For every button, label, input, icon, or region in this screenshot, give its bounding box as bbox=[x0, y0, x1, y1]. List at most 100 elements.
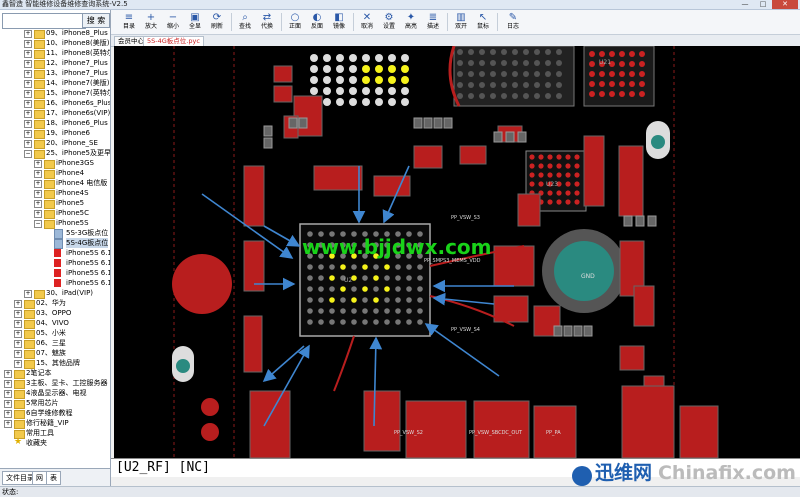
expand-toggle-icon[interactable]: + bbox=[34, 190, 42, 198]
expand-toggle-icon[interactable]: + bbox=[14, 340, 22, 348]
tree-item[interactable]: +12、iPhone7_Plus bbox=[0, 58, 110, 69]
minimize-button[interactable]: — bbox=[736, 0, 754, 9]
tree-item[interactable]: +11、iPhone8(英特尔) bbox=[0, 48, 110, 59]
tree-item[interactable]: iPhone5S 6.1 bbox=[0, 248, 110, 258]
file-tree[interactable]: +09、iPhone8_Plus +10、iPhone8(美版) +11、iPhon… bbox=[0, 28, 110, 468]
tree-item[interactable]: +02、华为 bbox=[0, 298, 110, 309]
expand-toggle-icon[interactable]: + bbox=[4, 400, 12, 408]
expand-toggle-icon[interactable]: − bbox=[34, 220, 42, 228]
tree-item[interactable]: +10、iPhone8(美版) bbox=[0, 38, 110, 49]
search-button[interactable]: 搜 索 bbox=[82, 13, 110, 28]
expand-toggle-icon[interactable]: + bbox=[24, 120, 32, 128]
expand-toggle-icon[interactable]: + bbox=[34, 160, 42, 168]
expand-toggle-icon[interactable]: + bbox=[14, 360, 22, 368]
tab-table[interactable]: 表 bbox=[46, 471, 61, 485]
expand-toggle-icon[interactable]: + bbox=[4, 420, 12, 428]
expand-toggle-icon[interactable]: + bbox=[34, 180, 42, 188]
tree-item[interactable]: + iPhone4S bbox=[0, 188, 110, 199]
tree-item[interactable]: +20、iPhone_SE bbox=[0, 138, 110, 149]
tree-item[interactable]: 5S-4G板点位 bbox=[0, 238, 110, 249]
expand-toggle-icon[interactable]: + bbox=[24, 40, 32, 48]
expand-toggle-icon[interactable]: + bbox=[24, 100, 32, 108]
tree-item[interactable]: +14、iPhone7(美版) bbox=[0, 78, 110, 89]
expand-toggle-icon[interactable]: + bbox=[4, 370, 12, 378]
toolbar-button[interactable]: ▣ 全显 bbox=[185, 11, 205, 33]
tree-item[interactable]: +16、iPhone6s_Plus bbox=[0, 98, 110, 109]
expand-toggle-icon[interactable]: + bbox=[24, 80, 32, 88]
expand-toggle-icon[interactable]: + bbox=[14, 320, 22, 328]
expand-toggle-icon[interactable]: + bbox=[4, 410, 12, 418]
expand-toggle-icon[interactable]: + bbox=[24, 60, 32, 68]
expand-toggle-icon[interactable]: + bbox=[34, 210, 42, 218]
search-input[interactable] bbox=[2, 13, 86, 29]
toolbar-button[interactable]: ◧ 镜像 bbox=[329, 11, 349, 33]
tree-item[interactable]: iPhone5S 6.1 bbox=[0, 278, 110, 288]
expand-toggle-icon[interactable]: + bbox=[24, 140, 32, 148]
expand-toggle-icon[interactable]: + bbox=[14, 330, 22, 338]
expand-toggle-icon[interactable]: + bbox=[4, 380, 12, 388]
pcb-canvas[interactable]: www.bjjdwx.com U2 U21 U23 PP_VSW_S3 PP_SMPS3_… bbox=[114, 46, 800, 458]
expand-toggle-icon[interactable]: + bbox=[24, 90, 32, 98]
tree-item[interactable]: +06、三星 bbox=[0, 338, 110, 349]
tree-item[interactable]: +3主板、显卡、工控服务器 bbox=[0, 378, 110, 389]
toolbar-button[interactable]: ▥ 双开 bbox=[451, 11, 471, 33]
toolbar-button[interactable]: ◐ 反面 bbox=[307, 11, 327, 33]
tree-item[interactable]: + iPhone5C bbox=[0, 208, 110, 219]
toolbar-button[interactable]: ≣ 描述 bbox=[423, 11, 443, 33]
tree-item[interactable]: + iPhone4 bbox=[0, 168, 110, 179]
tree-item[interactable]: iPhone5S 6.1 bbox=[0, 268, 110, 278]
tree-item[interactable]: iPhone5S 6.1 bbox=[0, 258, 110, 268]
tree-item[interactable]: +13、iPhone7_Plus bbox=[0, 68, 110, 79]
tree-item[interactable]: − iPhone5S bbox=[0, 218, 110, 229]
tree-item[interactable]: +07、魅族 bbox=[0, 348, 110, 359]
expand-toggle-icon[interactable]: + bbox=[14, 300, 22, 308]
tree-item[interactable]: +19、iPhone6 bbox=[0, 128, 110, 139]
close-button[interactable]: ✕ bbox=[772, 0, 798, 9]
tab-net[interactable]: 网 bbox=[32, 471, 47, 485]
expand-toggle-icon[interactable]: + bbox=[14, 310, 22, 318]
expand-toggle-icon[interactable]: − bbox=[24, 150, 32, 158]
pcb-board-view[interactable]: www.bjjdwx.com U2 U21 U23 PP_VSW_S3 PP_SMPS3_… bbox=[114, 46, 800, 458]
tree-item[interactable]: + iPhone3GS bbox=[0, 158, 110, 169]
tree-item[interactable]: +15、iPhone7(英特尔) bbox=[0, 88, 110, 99]
tree-item[interactable]: +30、iPad(VIP) bbox=[0, 288, 110, 299]
tree-item[interactable]: +04、VIVO bbox=[0, 318, 110, 329]
tree-item[interactable]: − 25、iPhone5及更早 bbox=[0, 148, 110, 159]
toolbar-button[interactable]: ↖ 鼠标 bbox=[473, 11, 493, 33]
tree-item[interactable]: +4液晶显示器、电视 bbox=[0, 388, 110, 399]
tree-item[interactable]: +09、iPhone8_Plus bbox=[0, 28, 110, 39]
toolbar-button[interactable]: ⟳ 刷新 bbox=[207, 11, 227, 33]
tree-item[interactable]: +17、iPhone6s(VIP) bbox=[0, 108, 110, 119]
tree-item[interactable]: ★ 收藏夹 bbox=[0, 438, 110, 448]
expand-toggle-icon[interactable]: + bbox=[24, 70, 32, 78]
expand-toggle-icon[interactable]: + bbox=[24, 50, 32, 58]
expand-toggle-icon[interactable]: + bbox=[4, 390, 12, 398]
tree-item[interactable]: +15、其他品牌 bbox=[0, 358, 110, 369]
toolbar-button[interactable]: ⌕ 查找 bbox=[235, 11, 255, 33]
tree-item[interactable]: + iPhone4 电信版 bbox=[0, 178, 110, 189]
toolbar-button[interactable]: ✕ 取消 bbox=[357, 11, 377, 33]
maximize-button[interactable]: □ bbox=[754, 0, 772, 9]
expand-toggle-icon[interactable]: + bbox=[34, 200, 42, 208]
toolbar-button[interactable]: − 缩小 bbox=[163, 11, 183, 33]
tree-item[interactable]: 5S-3G板点位 bbox=[0, 228, 110, 239]
toolbar-button[interactable]: + 放大 bbox=[141, 11, 161, 33]
tree-item[interactable]: +05、小米 bbox=[0, 328, 110, 339]
tree-item[interactable]: +6自学维修教程 bbox=[0, 408, 110, 419]
toolbar-button[interactable]: ✎ 日志 bbox=[503, 11, 523, 33]
tab-5s-4g-board[interactable]: 5S-4G板点位.pyc bbox=[143, 36, 204, 46]
toolbar-button[interactable]: ✦ 高亮 bbox=[401, 11, 421, 33]
expand-toggle-icon[interactable]: + bbox=[24, 290, 32, 298]
toolbar-button[interactable]: ○ 正面 bbox=[285, 11, 305, 33]
expand-toggle-icon[interactable]: + bbox=[14, 350, 22, 358]
tree-item[interactable]: +5常用芯片 bbox=[0, 398, 110, 409]
tree-item[interactable]: +18、iPhone6_Plus bbox=[0, 118, 110, 129]
tree-item[interactable]: + iPhone5 bbox=[0, 198, 110, 209]
tree-item[interactable]: +2笔记本 bbox=[0, 368, 110, 379]
expand-toggle-icon[interactable]: + bbox=[24, 110, 32, 118]
tree-item[interactable]: +03、OPPO bbox=[0, 308, 110, 319]
toolbar-button[interactable]: ⇄ 代换 bbox=[257, 11, 277, 33]
tree-item[interactable]: + 修行秘籍_VIP bbox=[0, 418, 110, 429]
expand-toggle-icon[interactable]: + bbox=[34, 170, 42, 178]
toolbar-button[interactable]: ⚙ 设置 bbox=[379, 11, 399, 33]
